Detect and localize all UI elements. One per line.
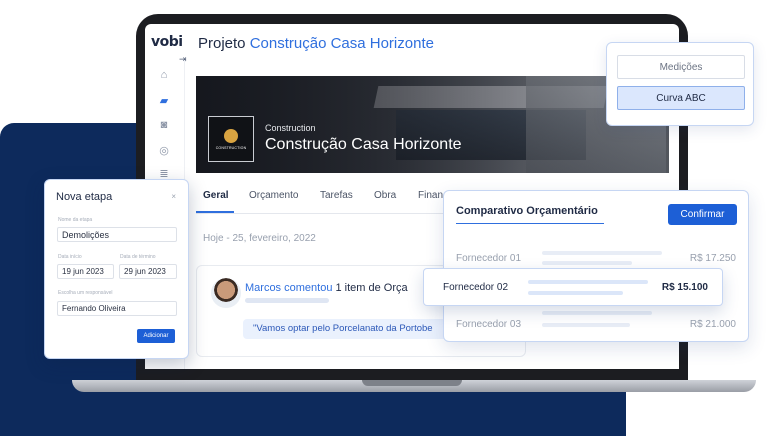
- end-date-label: Data de término: [120, 254, 156, 260]
- tab-tarefas[interactable]: Tarefas: [320, 190, 353, 201]
- supplier-bar: [542, 251, 662, 255]
- responsavel-label: Escolha um responsável: [58, 290, 113, 296]
- medicoes-button[interactable]: Medições: [617, 55, 745, 79]
- etapa-name-label: Nome da etapa: [58, 217, 93, 223]
- comparativo-card: Comparativo Orçamentário Confirmar Forne…: [443, 190, 749, 342]
- start-date-field[interactable]: 19 jun 2023: [57, 264, 114, 279]
- feed-date: Hoje - 25, fevereiro, 2022: [203, 233, 316, 244]
- folder-icon[interactable]: ▰: [157, 93, 171, 107]
- banner-subtitle: Construction: [265, 123, 316, 133]
- tab-orcamento[interactable]: Orçamento: [249, 190, 298, 201]
- supplier-name: Fornecedor 03: [456, 319, 522, 330]
- supplier-value: R$ 21.000: [689, 319, 736, 330]
- supplier-value: R$ 15.100: [661, 282, 708, 293]
- tab-obra[interactable]: Obra: [374, 190, 396, 201]
- etapa-name-field[interactable]: Demolições: [57, 227, 177, 242]
- adicionar-button[interactable]: Adicionar: [137, 329, 175, 343]
- comment-meta-placeholder: [245, 298, 329, 303]
- avatar: [211, 278, 241, 308]
- supplier-row-selected[interactable]: Fornecedor 02 R$ 15.100: [423, 268, 723, 306]
- page-title-prefix: Projeto: [198, 35, 246, 52]
- supplier-bar: [542, 323, 630, 327]
- supplier-bar: [542, 311, 652, 315]
- project-name: Construção Casa Horizonte: [249, 35, 434, 52]
- camera-icon[interactable]: ◙: [157, 118, 171, 132]
- supplier-row[interactable]: Fornecedor 03 R$ 21.000: [444, 311, 750, 337]
- comment-text: 1 item de Orça: [335, 282, 408, 294]
- tab-geral[interactable]: Geral: [203, 190, 229, 201]
- confirmar-button[interactable]: Confirmar: [668, 204, 737, 225]
- supplier-value: R$ 17.250: [689, 253, 736, 264]
- nova-etapa-dialog: Nova etapa × Nome da etapa Demolições Da…: [44, 179, 189, 359]
- page-title: Projeto Construção Casa Horizonte: [198, 35, 434, 52]
- dialog-title: Nova etapa: [56, 191, 113, 203]
- banner-title: Construção Casa Horizonte: [265, 136, 462, 153]
- construction-badge: CONSTRUCTION: [208, 116, 254, 162]
- tab-financeiro[interactable]: Finan: [418, 190, 443, 201]
- active-tab-indicator: [196, 211, 234, 213]
- badge-caption: CONSTRUCTION: [215, 145, 247, 150]
- supplier-bar: [528, 280, 648, 284]
- curva-abc-button[interactable]: Curva ABC: [617, 86, 745, 110]
- end-date-field[interactable]: 29 jun 2023: [119, 264, 177, 279]
- close-icon[interactable]: ×: [171, 192, 176, 201]
- report-menu: Medições Curva ABC: [606, 42, 754, 126]
- start-date-label: Data início: [58, 254, 82, 260]
- title-underline: [456, 223, 604, 224]
- supplier-bar: [528, 291, 623, 295]
- badge-logo-icon: [224, 128, 238, 143]
- app-logo[interactable]: vobi: [151, 34, 183, 50]
- marketing-hero: vobi ⇥ ⌂ ▰ ◙ ◎ ≣ Projeto Construção Casa…: [0, 0, 768, 436]
- supplier-name: Fornecedor 01: [456, 253, 522, 264]
- compass-icon[interactable]: ◎: [157, 143, 171, 157]
- supplier-bar: [542, 261, 632, 265]
- comment-header: Marcos comentou 1 item de Orça: [245, 282, 408, 294]
- laptop-notch: [362, 380, 462, 386]
- supplier-name: Fornecedor 02: [443, 282, 509, 293]
- home-icon[interactable]: ⌂: [157, 68, 171, 82]
- responsavel-field[interactable]: Fernando Oliveira: [57, 301, 177, 316]
- layers-icon[interactable]: ≣: [157, 166, 171, 180]
- comparativo-title: Comparativo Orçamentário: [456, 205, 598, 217]
- project-banner: CONSTRUCTION Construction Construção Cas…: [196, 76, 669, 173]
- comment-verb: comentou: [284, 282, 333, 294]
- comment-author[interactable]: Marcos: [245, 282, 281, 294]
